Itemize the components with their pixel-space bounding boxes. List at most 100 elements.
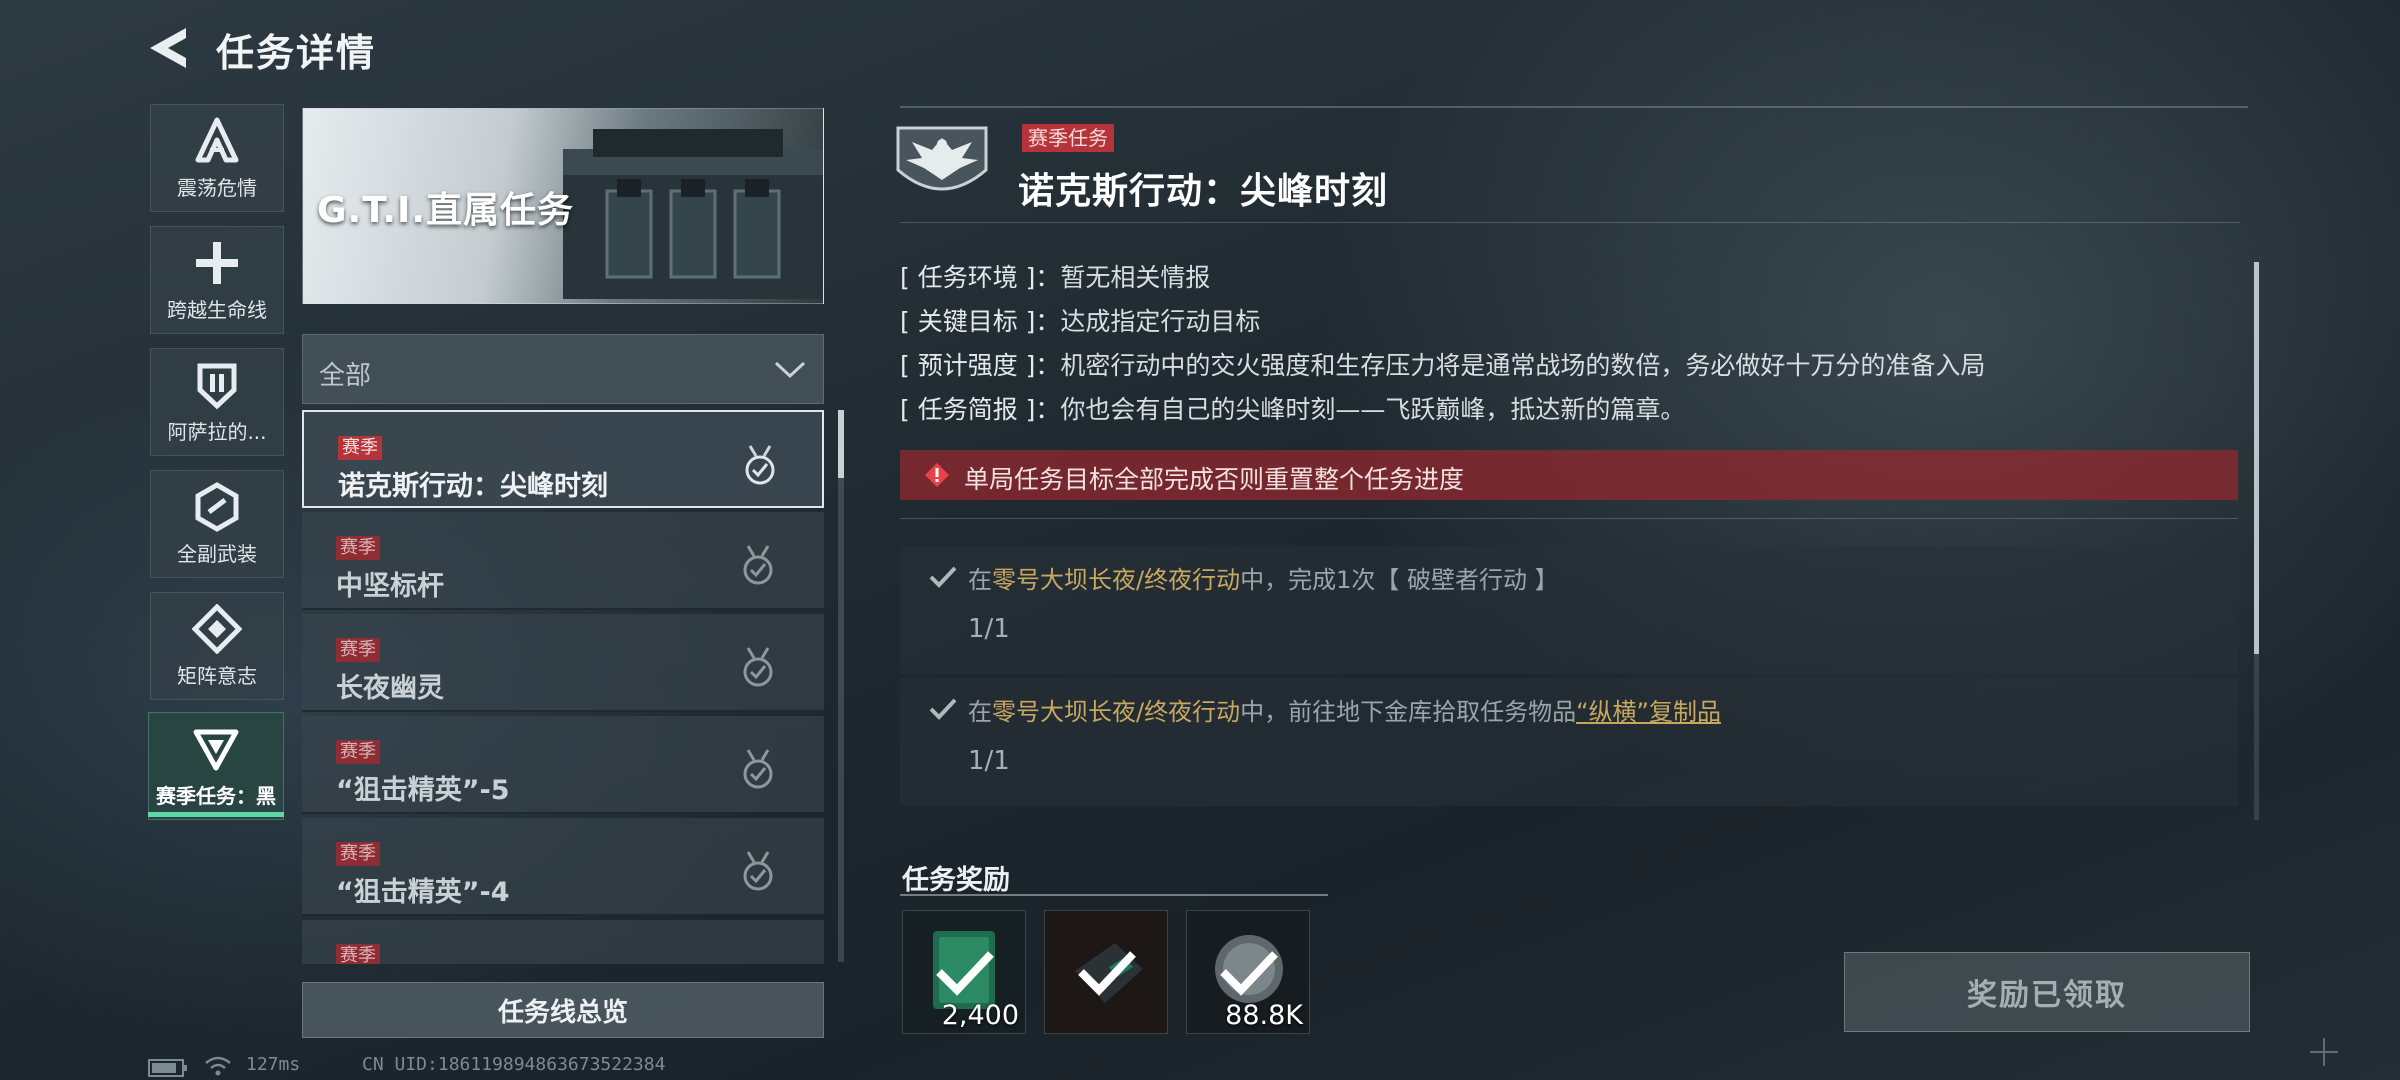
season-mission-tag: 赛季任务 <box>1022 124 1114 152</box>
mission-item[interactable]: 赛季 <box>302 920 824 964</box>
mission-filter-dropdown[interactable]: 全部 <box>302 334 824 404</box>
reward-item[interactable] <box>1044 910 1168 1034</box>
mission-item[interactable]: 赛季 “狙击精英”-4 <box>302 818 824 916</box>
reward-item[interactable]: 88.8K <box>1186 910 1310 1034</box>
category-shock-crisis[interactable]: 震荡危情 <box>150 104 284 212</box>
season-tag: 赛季 <box>336 944 380 964</box>
reward-count: 88.8K <box>1225 1000 1303 1031</box>
divider <box>900 222 2240 223</box>
diamond-matrix-icon <box>192 603 242 654</box>
supply-crate-image <box>563 129 823 299</box>
shock-crisis-icon <box>195 117 239 162</box>
wifi-icon <box>205 1056 231 1076</box>
check-icon <box>1220 951 1278 996</box>
completed-medal-icon <box>743 545 773 585</box>
objective-text: 在零号大坝长夜/终夜行动中，前往地下金库拾取任务物品“纵横”复制品 <box>968 698 1721 726</box>
plus-icon <box>2310 1038 2338 1066</box>
season-tag: 赛季 <box>336 740 380 764</box>
category-label: 震荡危情 <box>177 175 257 200</box>
objective-text: 在零号大坝长夜/终夜行动中，完成1次【 破壁者行动 】 <box>968 566 1559 594</box>
info-label: [ 任务简报 ]： <box>900 395 1061 424</box>
detail-scrollbar-thumb[interactable] <box>2254 262 2259 654</box>
warning-icon <box>925 463 949 487</box>
category-asala[interactable]: 阿萨拉的... <box>150 348 284 456</box>
mission-item[interactable]: 赛季 “狙击精英”-5 <box>302 716 824 814</box>
mission-name: 中坚标杆 <box>336 571 444 602</box>
divider <box>900 518 2238 519</box>
list-scrollbar-thumb[interactable] <box>838 410 844 478</box>
divider <box>900 894 1328 896</box>
info-label: [ 预计强度 ]： <box>900 351 1061 380</box>
completed-medal-icon <box>743 851 773 891</box>
mission-name: 长夜幽灵 <box>336 673 444 704</box>
banner-title: G.T.I.直属任务 <box>317 190 575 231</box>
reward-item[interactable]: 2,400 <box>902 910 1026 1034</box>
mission-name: 诺克斯行动：尖峰时刻 <box>338 471 608 502</box>
completed-medal-icon <box>743 749 773 789</box>
rewards-claimed-button[interactable]: 奖励已领取 <box>1844 952 2250 1032</box>
user-uid: CN UID:18611989486367352238​4 <box>362 1054 666 1075</box>
info-value: 你也会有自己的尖峰时刻——飞跃巅峰，抵达新的篇章。 <box>1060 395 1686 424</box>
category-matrix-will[interactable]: 矩阵意志 <box>150 592 284 700</box>
objective-progress: 1/1 <box>968 614 1010 644</box>
info-label: [ 关键目标 ]： <box>900 307 1061 336</box>
info-value: 机密行动中的交火强度和生存压力将是通常战场的数倍，务必做好十万分的准备入局 <box>1060 351 1986 380</box>
objective-item-link[interactable]: “纵横”复制品 <box>1576 698 1721 726</box>
info-key-objective: [ 关键目标 ]：达成指定行动目标 <box>900 302 1260 338</box>
filter-value: 全部 <box>319 361 372 391</box>
season-tag: 赛季 <box>338 436 382 460</box>
info-environment: [ 任务环境 ]：暂无相关情报 <box>900 258 1210 294</box>
shield-icon <box>197 363 237 409</box>
completed-medal-icon <box>745 445 775 485</box>
season-tag: 赛季 <box>336 536 380 560</box>
objective-map: 零号大坝长夜/终夜行动 <box>992 566 1241 594</box>
hex-armor-icon <box>195 481 239 532</box>
gti-eagle-emblem-icon <box>896 126 988 191</box>
reward-count: 2,400 <box>941 1000 1019 1031</box>
category-label: 赛季任务：黑 <box>156 783 276 808</box>
check-icon <box>929 566 957 588</box>
info-label: [ 任务环境 ]： <box>900 263 1061 292</box>
mission-item[interactable]: 赛季 长夜幽灵 <box>302 614 824 712</box>
category-season-tasks[interactable]: 赛季任务：黑 <box>148 712 284 820</box>
season-tag: 赛季 <box>336 842 380 866</box>
warning-banner: 单局任务目标全部完成否则重置整个任务进度 <box>900 450 2238 500</box>
cross-lifeline-icon <box>196 241 238 284</box>
ping-value: 127ms <box>246 1054 301 1075</box>
objective-item: 在零号大坝长夜/终夜行动中，前往地下金库拾取任务物品“纵横”复制品 1/1 <box>900 678 2238 806</box>
mission-detail-title: 诺克斯行动：尖峰时刻 <box>1018 171 1389 212</box>
category-fully-armed[interactable]: 全副武装 <box>150 470 284 578</box>
mission-item[interactable]: 赛季 中坚标杆 <box>302 512 824 610</box>
season-tag: 赛季 <box>336 638 380 662</box>
category-label: 矩阵意志 <box>177 663 257 688</box>
battery-icon <box>148 1059 187 1077</box>
mission-list[interactable]: 赛季 诺克斯行动：尖峰时刻 赛季 中坚标杆 赛季 长夜幽灵 赛季 “狙击精英”-… <box>302 408 824 964</box>
check-icon <box>929 698 957 720</box>
completed-medal-icon <box>743 647 773 687</box>
chevron-down-icon <box>774 361 806 379</box>
objective-progress: 1/1 <box>968 746 1010 776</box>
triangle-season-icon <box>193 729 239 770</box>
mission-name: “狙击精英”-5 <box>336 775 510 806</box>
page-title: 任务详情 <box>216 31 377 75</box>
check-icon <box>936 951 994 996</box>
info-intensity: [ 预计强度 ]：机密行动中的交火强度和生存压力将是通常战场的数倍，务必做好十万… <box>900 346 1985 382</box>
category-label: 跨越生命线 <box>167 297 267 322</box>
category-cross-lifeline[interactable]: 跨越生命线 <box>150 226 284 334</box>
mission-line-banner: G.T.I.直属任务 <box>302 108 824 304</box>
active-category-indicator <box>148 812 284 817</box>
info-briefing: [ 任务简报 ]：你也会有自己的尖峰时刻——飞跃巅峰，抵达新的篇章。 <box>900 390 1685 426</box>
category-label: 阿萨拉的... <box>167 419 267 444</box>
category-label: 全副武装 <box>177 541 257 566</box>
objective-map: 零号大坝长夜/终夜行动 <box>992 698 1241 726</box>
mission-name: “狙击精英”-4 <box>336 877 510 908</box>
back-arrow-icon[interactable] <box>146 26 194 70</box>
divider <box>900 106 2248 108</box>
mission-line-overview-button[interactable]: 任务线总览 <box>302 982 824 1038</box>
check-icon <box>1078 951 1136 996</box>
objective-item: 在零号大坝长夜/终夜行动中，完成1次【 破壁者行动 】 1/1 <box>900 546 2238 674</box>
list-scrollbar[interactable] <box>838 410 844 962</box>
rewards-title: 任务奖励 <box>902 865 1010 896</box>
mission-item[interactable]: 赛季 诺克斯行动：尖峰时刻 <box>302 410 824 508</box>
warning-text: 单局任务目标全部完成否则重置整个任务进度 <box>964 465 1465 494</box>
